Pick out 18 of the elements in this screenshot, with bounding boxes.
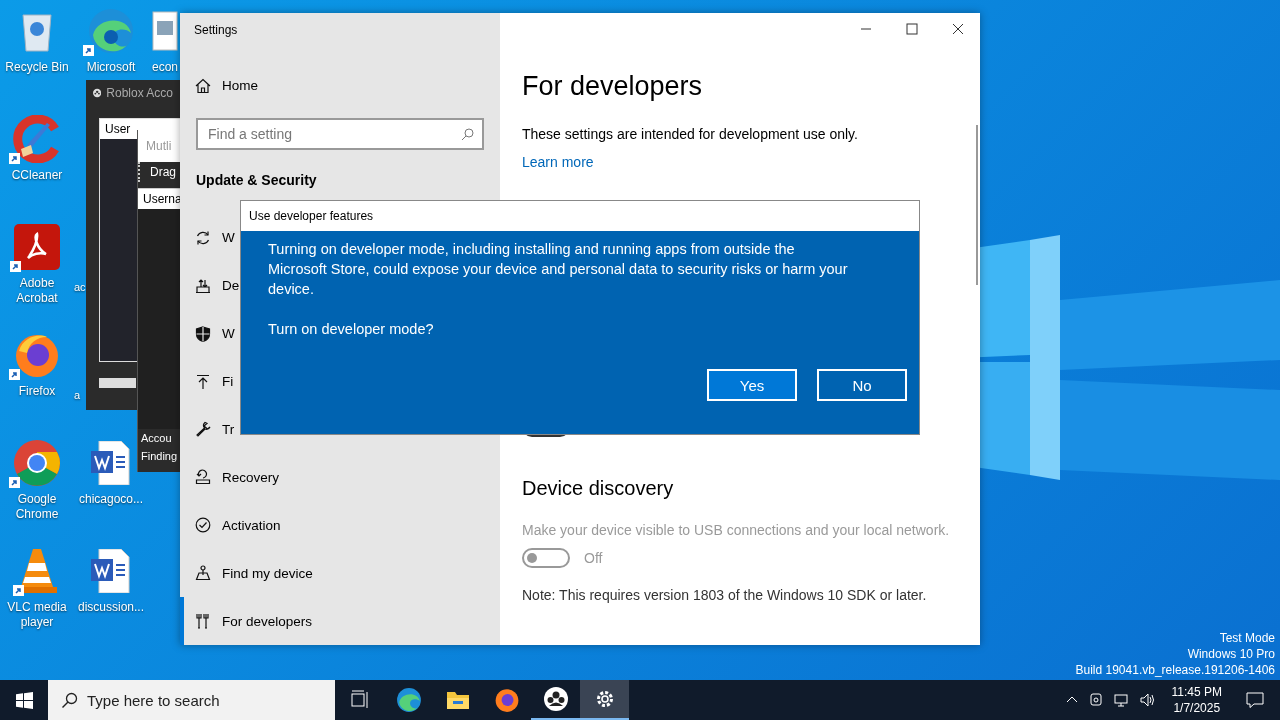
- intro-text: These settings are intended for development use only.: [522, 126, 858, 142]
- dialog-message: Turn on developer mode?: [268, 320, 435, 339]
- page-title: For developers: [522, 71, 703, 102]
- section-heading: Device discovery: [522, 477, 674, 500]
- window-title: Settings: [193, 22, 239, 39]
- system-watermark-text: Windows 10 Pro: [1187, 646, 1275, 662]
- note-text: Note: This requires version 1803 of the Windows 10 SDK or later.: [522, 587, 927, 603]
- status-text: Finding: [140, 449, 179, 464]
- window-title: Mutli: [138, 130, 181, 162]
- dialog-message: Turning on developer mode, including installing and running apps from outside the Microsoft Store, could expose your device and personal data to security risks or harm your device.: [268, 240, 849, 299]
- toggle-label: Off: [584, 550, 603, 566]
- system-watermark-text: Test Mode: [1219, 630, 1275, 646]
- section-description: Make your device visible to USB connections and your local network.: [522, 522, 950, 538]
- system-watermark-text: Build 19041.vb_release.191206-1406: [1075, 662, 1275, 678]
- status-text: Accou: [140, 431, 173, 446]
- dialog-title: Use developer features: [241, 201, 919, 231]
- section-heading: Update & Security: [195, 170, 318, 190]
- window-title: Roblox Acco: [106, 86, 173, 100]
